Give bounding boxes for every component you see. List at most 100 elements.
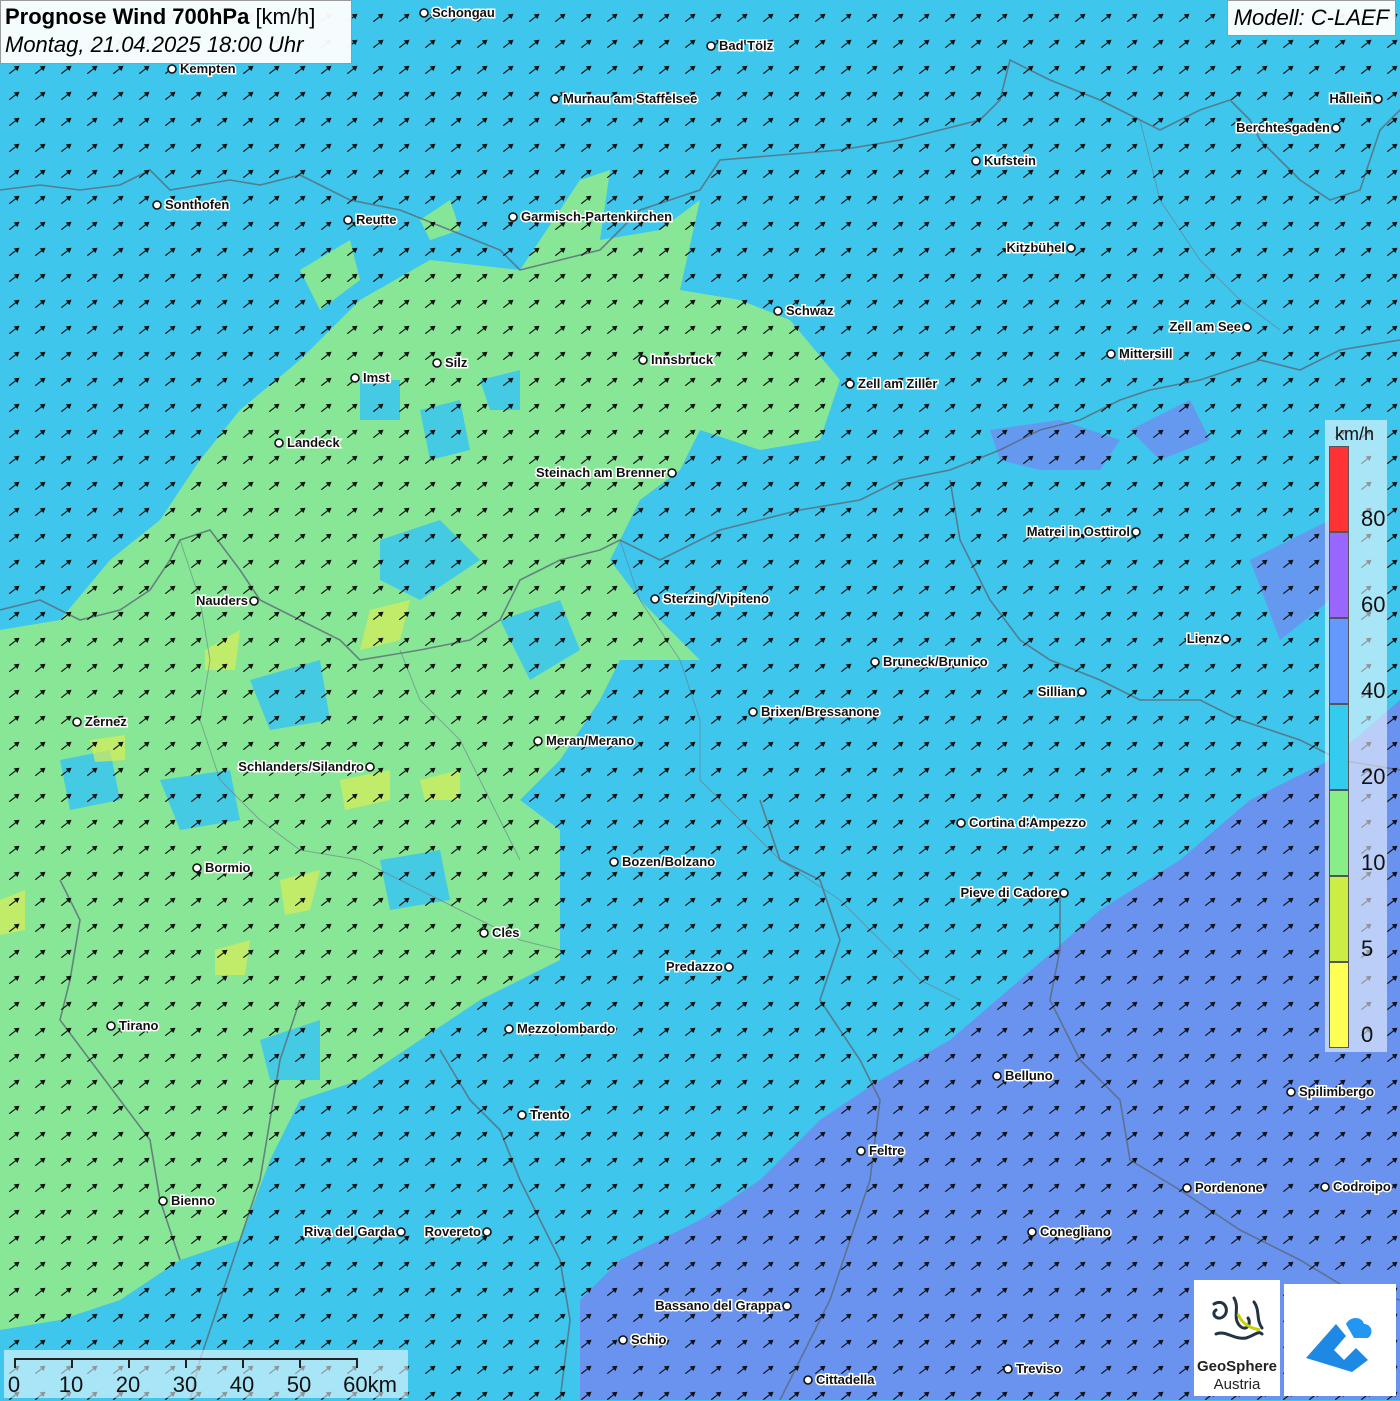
app-logo bbox=[1284, 1284, 1396, 1396]
city-label: Garmisch-Partenkirchen bbox=[521, 209, 672, 224]
city-dot bbox=[993, 1072, 1001, 1080]
city-dot bbox=[871, 658, 879, 666]
model-label: Modell: C-LAEF bbox=[1227, 0, 1396, 36]
city-marker: Spilimbergo bbox=[1287, 1084, 1374, 1099]
city-marker: Zell am See bbox=[1169, 319, 1251, 334]
city-marker: Brixen/Bressanone bbox=[749, 704, 880, 719]
city-dot bbox=[509, 213, 517, 221]
app-cloud-icon bbox=[1284, 1284, 1396, 1396]
city-marker: Matrei in Osttirol bbox=[1027, 524, 1140, 539]
city-dot bbox=[1374, 95, 1382, 103]
city-dot bbox=[707, 42, 715, 50]
city-label: Mittersill bbox=[1119, 346, 1172, 361]
city-label: Treviso bbox=[1016, 1361, 1062, 1376]
geosphere-emblem-icon bbox=[1194, 1284, 1280, 1364]
legend-label: 10 bbox=[1361, 852, 1385, 874]
city-dot bbox=[275, 439, 283, 447]
city-marker: Innsbruck bbox=[639, 352, 714, 367]
city-label: Predazzo bbox=[666, 959, 723, 974]
city-label: Reutte bbox=[356, 212, 396, 227]
city-marker: Mezzolombardo bbox=[505, 1021, 615, 1036]
scale-label: 50 bbox=[287, 1372, 311, 1398]
city-marker: Meran/Merano bbox=[534, 733, 634, 748]
city-dot bbox=[846, 380, 854, 388]
city-label: Matrei in Osttirol bbox=[1027, 524, 1130, 539]
city-marker: Murnau am Staffelsee bbox=[551, 91, 697, 106]
city-label: Schwaz bbox=[786, 303, 834, 318]
city-dot bbox=[749, 708, 757, 716]
city-dot bbox=[1028, 1228, 1036, 1236]
city-dot bbox=[73, 718, 81, 726]
legend: km/h 806040201050 bbox=[1325, 420, 1387, 1052]
map-title: Prognose Wind 700hPa [km/h] bbox=[5, 3, 347, 31]
city-label: Silz bbox=[445, 355, 468, 370]
city-marker: Schongau bbox=[420, 5, 495, 20]
city-dot bbox=[1332, 124, 1340, 132]
scale-tick bbox=[299, 1358, 301, 1368]
city-label: Zell am See bbox=[1169, 319, 1241, 334]
city-marker: Bassano del Grappa bbox=[655, 1298, 791, 1313]
city-label: Landeck bbox=[287, 435, 341, 450]
scale-tick bbox=[356, 1358, 358, 1368]
legend-label: 60 bbox=[1361, 594, 1385, 616]
legend-swatch bbox=[1329, 446, 1349, 532]
city-dot bbox=[857, 1147, 865, 1155]
city-dot bbox=[651, 595, 659, 603]
city-dot bbox=[159, 1197, 167, 1205]
city-dot bbox=[1287, 1088, 1295, 1096]
city-label: Lienz bbox=[1187, 631, 1221, 646]
city-dot bbox=[1183, 1184, 1191, 1192]
city-label: Meran/Merano bbox=[546, 733, 634, 748]
city-dot bbox=[1107, 350, 1115, 358]
city-dot bbox=[1004, 1365, 1012, 1373]
scale-label: 20 bbox=[116, 1372, 140, 1398]
scale-tick bbox=[71, 1358, 73, 1368]
city-dot bbox=[1078, 688, 1086, 696]
scale-label: 30 bbox=[173, 1372, 197, 1398]
city-marker: Kitzbühel bbox=[1007, 240, 1076, 255]
city-label: Schongau bbox=[432, 5, 495, 20]
city-label: Pieve di Cadore bbox=[960, 885, 1058, 900]
city-marker: Pordenone bbox=[1183, 1180, 1263, 1195]
city-dot bbox=[420, 9, 428, 17]
legend-label: 5 bbox=[1361, 938, 1373, 960]
city-label: Rovereto bbox=[425, 1224, 481, 1239]
logo-line1: GeoSphere bbox=[1194, 1358, 1280, 1375]
city-label: Imst bbox=[363, 370, 390, 385]
city-label: Kufstein bbox=[984, 153, 1036, 168]
city-dot bbox=[1132, 528, 1140, 536]
map-title-unit: [km/h] bbox=[255, 4, 315, 29]
scale-tick bbox=[185, 1358, 187, 1368]
scale-tick bbox=[14, 1358, 16, 1368]
city-dot bbox=[804, 1376, 812, 1384]
city-dot bbox=[366, 763, 374, 771]
city-dot bbox=[551, 95, 559, 103]
city-label: Bienno bbox=[171, 1193, 215, 1208]
city-label: Bormio bbox=[205, 860, 251, 875]
legend-swatch bbox=[1329, 790, 1349, 876]
city-dot bbox=[344, 216, 352, 224]
scale-label: 40 bbox=[230, 1372, 254, 1398]
city-dot bbox=[783, 1302, 791, 1310]
city-label: Steinach am Brenner bbox=[536, 465, 666, 480]
city-label: Riva del Garda bbox=[304, 1224, 396, 1239]
city-dot bbox=[351, 374, 359, 382]
city-marker: Pieve di Cadore bbox=[960, 885, 1068, 900]
city-label: Mezzolombardo bbox=[517, 1021, 615, 1036]
city-label: Spilimbergo bbox=[1299, 1084, 1374, 1099]
city-marker: Bruneck/Brunico bbox=[871, 654, 988, 669]
city-marker: Steinach am Brenner bbox=[536, 465, 676, 480]
wind-map: SchongauBad TölzKemptenMurnau am Staffel… bbox=[0, 0, 1400, 1400]
city-marker: Cortina d'Ampezzo bbox=[957, 815, 1086, 830]
scale-tick bbox=[128, 1358, 130, 1368]
city-marker: Conegliano bbox=[1028, 1224, 1111, 1239]
city-marker: Riva del Garda bbox=[304, 1224, 405, 1239]
city-label: Schio bbox=[631, 1332, 666, 1347]
city-label: Brixen/Bressanone bbox=[761, 704, 880, 719]
city-dot bbox=[505, 1025, 513, 1033]
scale-label: 10 bbox=[59, 1372, 83, 1398]
city-label: Berchtesgaden bbox=[1236, 120, 1330, 135]
city-dot bbox=[107, 1022, 115, 1030]
city-dot bbox=[957, 819, 965, 827]
city-label: Bruneck/Brunico bbox=[883, 654, 988, 669]
